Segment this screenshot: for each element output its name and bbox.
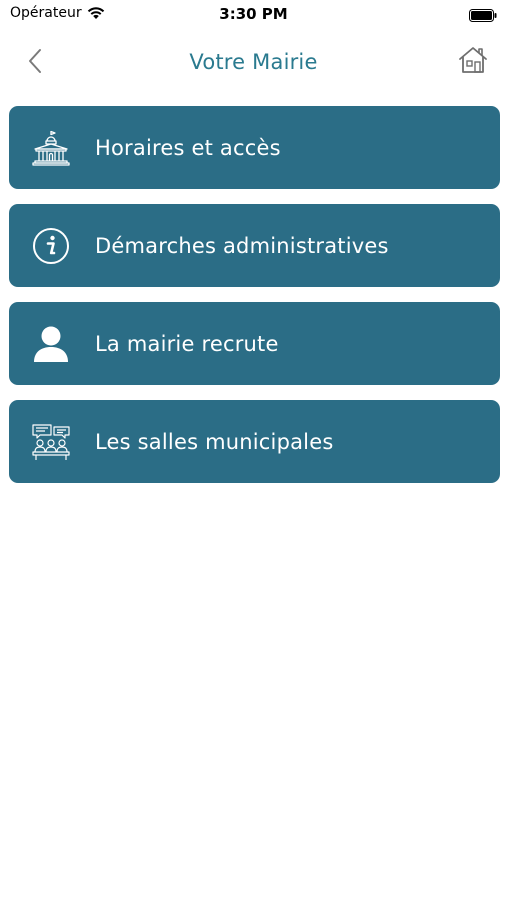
status-time: 3:30 PM bbox=[219, 5, 288, 23]
menu-item-label: La mairie recrute bbox=[95, 331, 279, 356]
town-hall-icon bbox=[31, 128, 71, 168]
menu-item-label: Horaires et accès bbox=[95, 135, 281, 160]
home-button[interactable] bbox=[455, 45, 491, 79]
menu-item-salles[interactable]: Les salles municipales bbox=[9, 400, 500, 483]
person-icon bbox=[31, 324, 71, 364]
navigation-bar: Votre Mairie bbox=[0, 40, 507, 86]
page-title: Votre Mairie bbox=[189, 50, 318, 74]
battery-icon bbox=[469, 7, 497, 22]
info-icon bbox=[31, 226, 71, 266]
menu-item-demarches[interactable]: Démarches administratives bbox=[9, 204, 500, 287]
menu-item-horaires[interactable]: Horaires et accès bbox=[9, 106, 500, 189]
menu-list: Horaires et accès Démarches administrati… bbox=[9, 106, 500, 498]
menu-item-label: Démarches administratives bbox=[95, 233, 389, 258]
menu-item-label: Les salles municipales bbox=[95, 429, 334, 454]
home-icon bbox=[458, 46, 488, 78]
status-bar: Opérateur 3:30 PM bbox=[0, 0, 507, 28]
meeting-room-icon bbox=[31, 422, 71, 462]
screen: Opérateur 3:30 PM Votre Mairie Horaires … bbox=[0, 0, 507, 900]
menu-item-recrute[interactable]: La mairie recrute bbox=[9, 302, 500, 385]
